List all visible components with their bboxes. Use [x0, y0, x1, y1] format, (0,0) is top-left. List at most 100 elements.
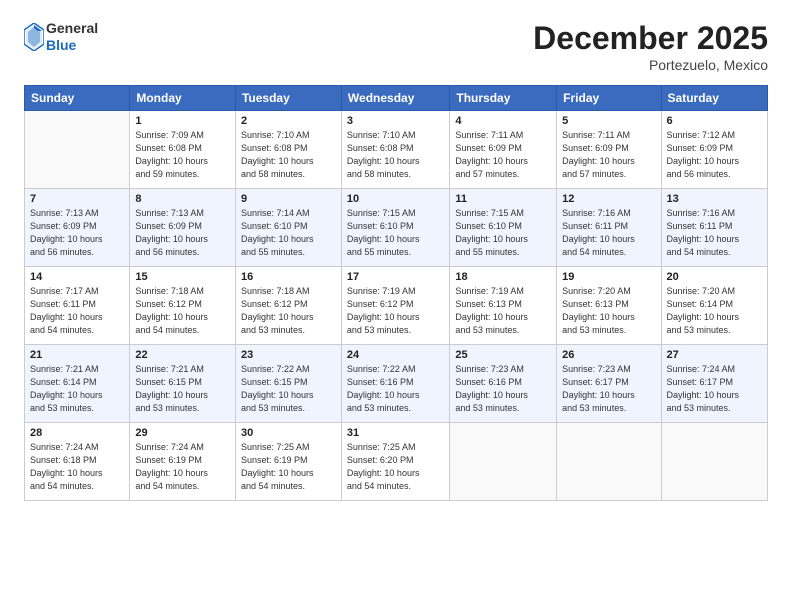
calendar-cell: 22Sunrise: 7:21 AM Sunset: 6:15 PM Dayli… — [130, 345, 236, 423]
day-info: Sunrise: 7:18 AM Sunset: 6:12 PM Dayligh… — [241, 285, 336, 337]
day-info: Sunrise: 7:25 AM Sunset: 6:19 PM Dayligh… — [241, 441, 336, 493]
calendar-cell: 30 Sunrise: 7:25 AM Sunset: 6:19 PM Dayli… — [235, 423, 341, 501]
day-number: 11 — [455, 193, 551, 205]
calendar-week-row: 21 Sunrise: 7:21 AM Sunset: 6:14 PM Dayli… — [25, 345, 768, 423]
day-number: 1 — [135, 115, 230, 127]
day-number: 21 — [30, 349, 124, 361]
title-block: December 2025 Portezuelo, Mexico — [533, 20, 768, 73]
day-number: 18 — [455, 271, 551, 283]
day-info: Sunrise: 7:21 AM Sunset: 6:15 PM Dayligh… — [135, 363, 230, 415]
calendar-cell: 25 Sunrise: 7:23 AM Sunset: 6:16 PM Dayli… — [450, 345, 557, 423]
calendar-cell: 5 Sunrise: 7:11 AM Sunset: 6:09 PM Daylig… — [557, 111, 661, 189]
calendar-week-row: 1 Sunrise: 7:09 AM Sunset: 6:08 PM Daylig… — [25, 111, 768, 189]
calendar-cell: 20 Sunrise: 7:20 AM Sunset: 6:14 PM Dayli… — [661, 267, 767, 345]
day-info: Sunrise: 7:12 AM Sunset: 6:09 PM Dayligh… — [667, 129, 762, 181]
day-info: Sunrise: 7:13 AM Sunset: 6:09 PM Dayligh… — [135, 207, 230, 259]
day-info: Sunrise: 7:22 AM Sunset: 6:15 PM Dayligh… — [241, 363, 336, 415]
calendar-cell: 15Sunrise: 7:18 AM Sunset: 6:12 PM Dayli… — [130, 267, 236, 345]
calendar-cell: 17 Sunrise: 7:19 AM Sunset: 6:12 PM Dayli… — [341, 267, 449, 345]
location-subtitle: Portezuelo, Mexico — [533, 57, 768, 73]
calendar-cell: 31Sunrise: 7:25 AM Sunset: 6:20 PM Dayli… — [341, 423, 449, 501]
day-info: Sunrise: 7:19 AM Sunset: 6:12 PM Dayligh… — [347, 285, 444, 337]
day-number: 29 — [135, 427, 230, 439]
day-info: Sunrise: 7:10 AM Sunset: 6:08 PM Dayligh… — [347, 129, 444, 181]
day-info: Sunrise: 7:23 AM Sunset: 6:16 PM Dayligh… — [455, 363, 551, 415]
day-info: Sunrise: 7:15 AM Sunset: 6:10 PM Dayligh… — [455, 207, 551, 259]
day-info: Sunrise: 7:20 AM Sunset: 6:14 PM Dayligh… — [667, 285, 762, 337]
calendar-cell: 18 Sunrise: 7:19 AM Sunset: 6:13 PM Dayli… — [450, 267, 557, 345]
day-info: Sunrise: 7:16 AM Sunset: 6:11 PM Dayligh… — [562, 207, 655, 259]
calendar-cell: 9 Sunrise: 7:14 AM Sunset: 6:10 PM Daylig… — [235, 189, 341, 267]
header: General Blue December 2025 Portezuelo, M… — [24, 20, 768, 73]
calendar-cell: 21 Sunrise: 7:21 AM Sunset: 6:14 PM Dayli… — [25, 345, 130, 423]
weekday-header-sunday: Sunday — [25, 86, 130, 111]
calendar-week-row: 28 Sunrise: 7:24 AM Sunset: 6:18 PM Dayli… — [25, 423, 768, 501]
weekday-header-monday: Monday — [130, 86, 236, 111]
day-number: 5 — [562, 115, 655, 127]
day-number: 19 — [562, 271, 655, 283]
calendar-week-row: 14Sunrise: 7:17 AM Sunset: 6:11 PM Dayli… — [25, 267, 768, 345]
calendar-cell: 10Sunrise: 7:15 AM Sunset: 6:10 PM Dayli… — [341, 189, 449, 267]
day-info: Sunrise: 7:25 AM Sunset: 6:20 PM Dayligh… — [347, 441, 444, 493]
day-number: 17 — [347, 271, 444, 283]
day-info: Sunrise: 7:11 AM Sunset: 6:09 PM Dayligh… — [455, 129, 551, 181]
day-number: 26 — [562, 349, 655, 361]
weekday-header-tuesday: Tuesday — [235, 86, 341, 111]
day-info: Sunrise: 7:23 AM Sunset: 6:17 PM Dayligh… — [562, 363, 655, 415]
calendar-cell: 4 Sunrise: 7:11 AM Sunset: 6:09 PM Daylig… — [450, 111, 557, 189]
day-number: 25 — [455, 349, 551, 361]
day-number: 4 — [455, 115, 551, 127]
calendar-cell: 13Sunrise: 7:16 AM Sunset: 6:11 PM Dayli… — [661, 189, 767, 267]
logo-blue-text: Blue — [46, 37, 98, 54]
day-info: Sunrise: 7:24 AM Sunset: 6:19 PM Dayligh… — [135, 441, 230, 493]
day-info: Sunrise: 7:14 AM Sunset: 6:10 PM Dayligh… — [241, 207, 336, 259]
weekday-header-friday: Friday — [557, 86, 661, 111]
calendar-cell: 19Sunrise: 7:20 AM Sunset: 6:13 PM Dayli… — [557, 267, 661, 345]
page: General Blue December 2025 Portezuelo, M… — [0, 0, 792, 612]
calendar-cell: 24Sunrise: 7:22 AM Sunset: 6:16 PM Dayli… — [341, 345, 449, 423]
calendar-cell: 11 Sunrise: 7:15 AM Sunset: 6:10 PM Dayli… — [450, 189, 557, 267]
day-number: 8 — [135, 193, 230, 205]
day-info: Sunrise: 7:13 AM Sunset: 6:09 PM Dayligh… — [30, 207, 124, 259]
calendar-cell: 2Sunrise: 7:10 AM Sunset: 6:08 PM Daylig… — [235, 111, 341, 189]
day-info: Sunrise: 7:16 AM Sunset: 6:11 PM Dayligh… — [667, 207, 762, 259]
calendar-cell: 3 Sunrise: 7:10 AM Sunset: 6:08 PM Daylig… — [341, 111, 449, 189]
calendar-cell: 8 Sunrise: 7:13 AM Sunset: 6:09 PM Daylig… — [130, 189, 236, 267]
day-number: 20 — [667, 271, 762, 283]
weekday-header-saturday: Saturday — [661, 86, 767, 111]
calendar-cell — [25, 111, 130, 189]
logo-text: General Blue — [46, 20, 98, 54]
calendar-cell: 29 Sunrise: 7:24 AM Sunset: 6:19 PM Dayli… — [130, 423, 236, 501]
month-title: December 2025 — [533, 20, 768, 57]
calendar-cell: 12Sunrise: 7:16 AM Sunset: 6:11 PM Dayli… — [557, 189, 661, 267]
calendar-cell: 1 Sunrise: 7:09 AM Sunset: 6:08 PM Daylig… — [130, 111, 236, 189]
calendar-cell: 26 Sunrise: 7:23 AM Sunset: 6:17 PM Dayli… — [557, 345, 661, 423]
calendar-cell — [661, 423, 767, 501]
day-info: Sunrise: 7:09 AM Sunset: 6:08 PM Dayligh… — [135, 129, 230, 181]
day-number: 23 — [241, 349, 336, 361]
day-number: 30 — [241, 427, 336, 439]
day-number: 9 — [241, 193, 336, 205]
calendar-cell — [450, 423, 557, 501]
day-number: 27 — [667, 349, 762, 361]
day-number: 24 — [347, 349, 444, 361]
calendar-week-row: 7Sunrise: 7:13 AM Sunset: 6:09 PM Daylig… — [25, 189, 768, 267]
day-info: Sunrise: 7:21 AM Sunset: 6:14 PM Dayligh… — [30, 363, 124, 415]
day-number: 2 — [241, 115, 336, 127]
calendar-cell: 6Sunrise: 7:12 AM Sunset: 6:09 PM Daylig… — [661, 111, 767, 189]
day-number: 28 — [30, 427, 124, 439]
day-info: Sunrise: 7:11 AM Sunset: 6:09 PM Dayligh… — [562, 129, 655, 181]
calendar-cell: 28 Sunrise: 7:24 AM Sunset: 6:18 PM Dayli… — [25, 423, 130, 501]
calendar-cell: 7Sunrise: 7:13 AM Sunset: 6:09 PM Daylig… — [25, 189, 130, 267]
calendar-cell: 27Sunrise: 7:24 AM Sunset: 6:17 PM Dayli… — [661, 345, 767, 423]
calendar-table: SundayMondayTuesdayWednesdayThursdayFrid… — [24, 85, 768, 501]
day-number: 10 — [347, 193, 444, 205]
day-number: 3 — [347, 115, 444, 127]
calendar-cell: 23 Sunrise: 7:22 AM Sunset: 6:15 PM Dayli… — [235, 345, 341, 423]
day-info: Sunrise: 7:18 AM Sunset: 6:12 PM Dayligh… — [135, 285, 230, 337]
day-info: Sunrise: 7:19 AM Sunset: 6:13 PM Dayligh… — [455, 285, 551, 337]
day-info: Sunrise: 7:24 AM Sunset: 6:18 PM Dayligh… — [30, 441, 124, 493]
day-number: 14 — [30, 271, 124, 283]
logo-general-text: General — [46, 20, 98, 37]
day-number: 16 — [241, 271, 336, 283]
